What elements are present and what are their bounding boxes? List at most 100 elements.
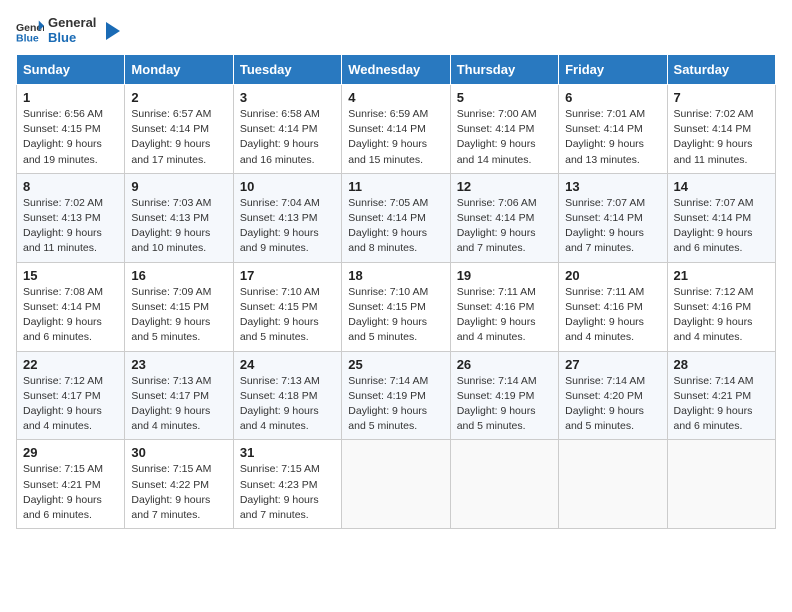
day-number: 6	[565, 90, 660, 105]
day-info: Sunrise: 6:57 AMSunset: 4:14 PMDaylight:…	[131, 107, 226, 168]
day-info: Sunrise: 7:14 AMSunset: 4:20 PMDaylight:…	[565, 374, 660, 435]
day-number: 28	[674, 357, 769, 372]
day-number: 2	[131, 90, 226, 105]
calendar-cell: 8 Sunrise: 7:02 AMSunset: 4:13 PMDaylight…	[17, 173, 125, 262]
day-info: Sunrise: 7:14 AMSunset: 4:19 PMDaylight:…	[348, 374, 443, 435]
calendar-cell: 5 Sunrise: 7:00 AMSunset: 4:14 PMDaylight…	[450, 84, 558, 173]
calendar-cell: 10 Sunrise: 7:04 AMSunset: 4:13 PMDayligh…	[233, 173, 341, 262]
day-info: Sunrise: 7:02 AMSunset: 4:14 PMDaylight:…	[674, 107, 769, 168]
calendar-cell: 27 Sunrise: 7:14 AMSunset: 4:20 PMDayligh…	[559, 351, 667, 440]
calendar-cell: 29 Sunrise: 7:15 AMSunset: 4:21 PMDayligh…	[17, 440, 125, 529]
day-info: Sunrise: 7:11 AMSunset: 4:16 PMDaylight:…	[457, 285, 552, 346]
day-number: 3	[240, 90, 335, 105]
weekday-header-wednesday: Wednesday	[342, 54, 450, 84]
logo-general: General	[48, 16, 96, 31]
day-number: 9	[131, 179, 226, 194]
day-number: 27	[565, 357, 660, 372]
day-info: Sunrise: 7:03 AMSunset: 4:13 PMDaylight:…	[131, 196, 226, 257]
day-number: 18	[348, 268, 443, 283]
calendar-week-row: 1 Sunrise: 6:56 AMSunset: 4:15 PMDaylight…	[17, 84, 776, 173]
weekday-header-tuesday: Tuesday	[233, 54, 341, 84]
calendar-cell: 26Sunrise: 7:14 AMSunset: 4:19 PMDayligh…	[450, 351, 558, 440]
day-number: 12	[457, 179, 552, 194]
weekday-header-sunday: Sunday	[17, 54, 125, 84]
calendar-cell	[450, 440, 558, 529]
calendar-cell: 3 Sunrise: 6:58 AMSunset: 4:14 PMDaylight…	[233, 84, 341, 173]
calendar-cell: 25 Sunrise: 7:14 AMSunset: 4:19 PMDayligh…	[342, 351, 450, 440]
weekday-header-monday: Monday	[125, 54, 233, 84]
calendar-cell: 4 Sunrise: 6:59 AMSunset: 4:14 PMDaylight…	[342, 84, 450, 173]
logo-blue: Blue	[48, 31, 96, 46]
day-info: Sunrise: 7:10 AMSunset: 4:15 PMDaylight:…	[348, 285, 443, 346]
day-info: Sunrise: 7:11 AMSunset: 4:16 PMDaylight:…	[565, 285, 660, 346]
day-number: 24	[240, 357, 335, 372]
calendar-cell: 23Sunrise: 7:13 AMSunset: 4:17 PMDayligh…	[125, 351, 233, 440]
weekday-header-saturday: Saturday	[667, 54, 775, 84]
day-info: Sunrise: 7:14 AMSunset: 4:19 PMDaylight:…	[457, 374, 552, 435]
day-info: Sunrise: 7:05 AMSunset: 4:14 PMDaylight:…	[348, 196, 443, 257]
day-number: 29	[23, 445, 118, 460]
day-number: 20	[565, 268, 660, 283]
day-info: Sunrise: 7:06 AMSunset: 4:14 PMDaylight:…	[457, 196, 552, 257]
calendar-cell: 19 Sunrise: 7:11 AMSunset: 4:16 PMDayligh…	[450, 262, 558, 351]
day-number: 25	[348, 357, 443, 372]
day-number: 11	[348, 179, 443, 194]
day-info: Sunrise: 7:04 AMSunset: 4:13 PMDaylight:…	[240, 196, 335, 257]
day-info: Sunrise: 7:10 AMSunset: 4:15 PMDaylight:…	[240, 285, 335, 346]
svg-text:Blue: Blue	[16, 32, 39, 44]
calendar-cell: 2 Sunrise: 6:57 AMSunset: 4:14 PMDaylight…	[125, 84, 233, 173]
day-number: 30	[131, 445, 226, 460]
day-number: 8	[23, 179, 118, 194]
calendar-cell: 12 Sunrise: 7:06 AMSunset: 4:14 PMDayligh…	[450, 173, 558, 262]
calendar-cell: 7 Sunrise: 7:02 AMSunset: 4:14 PMDaylight…	[667, 84, 775, 173]
calendar-cell: 30Sunrise: 7:15 AMSunset: 4:22 PMDayligh…	[125, 440, 233, 529]
calendar-cell	[342, 440, 450, 529]
day-number: 4	[348, 90, 443, 105]
day-info: Sunrise: 6:56 AMSunset: 4:15 PMDaylight:…	[23, 107, 118, 168]
day-info: Sunrise: 7:13 AMSunset: 4:18 PMDaylight:…	[240, 374, 335, 435]
day-number: 19	[457, 268, 552, 283]
logo-arrow-icon	[100, 20, 122, 42]
calendar-table: SundayMondayTuesdayWednesdayThursdayFrid…	[16, 54, 776, 529]
weekday-header-friday: Friday	[559, 54, 667, 84]
day-info: Sunrise: 7:08 AMSunset: 4:14 PMDaylight:…	[23, 285, 118, 346]
calendar-cell: 28Sunrise: 7:14 AMSunset: 4:21 PMDayligh…	[667, 351, 775, 440]
calendar-cell: 16 Sunrise: 7:09 AMSunset: 4:15 PMDayligh…	[125, 262, 233, 351]
day-info: Sunrise: 7:12 AMSunset: 4:17 PMDaylight:…	[23, 374, 118, 435]
day-info: Sunrise: 7:09 AMSunset: 4:15 PMDaylight:…	[131, 285, 226, 346]
day-number: 1	[23, 90, 118, 105]
calendar-cell	[559, 440, 667, 529]
day-number: 15	[23, 268, 118, 283]
day-number: 22	[23, 357, 118, 372]
calendar-week-row: 29 Sunrise: 7:15 AMSunset: 4:21 PMDayligh…	[17, 440, 776, 529]
day-info: Sunrise: 6:58 AMSunset: 4:14 PMDaylight:…	[240, 107, 335, 168]
calendar-cell: 14Sunrise: 7:07 AMSunset: 4:14 PMDayligh…	[667, 173, 775, 262]
day-info: Sunrise: 7:15 AMSunset: 4:23 PMDaylight:…	[240, 462, 335, 523]
calendar-cell: 31 Sunrise: 7:15 AMSunset: 4:23 PMDayligh…	[233, 440, 341, 529]
day-number: 13	[565, 179, 660, 194]
day-number: 10	[240, 179, 335, 194]
day-info: Sunrise: 7:15 AMSunset: 4:21 PMDaylight:…	[23, 462, 118, 523]
calendar-cell: 24 Sunrise: 7:13 AMSunset: 4:18 PMDayligh…	[233, 351, 341, 440]
day-info: Sunrise: 6:59 AMSunset: 4:14 PMDaylight:…	[348, 107, 443, 168]
calendar-cell: 9 Sunrise: 7:03 AMSunset: 4:13 PMDaylight…	[125, 173, 233, 262]
calendar-cell: 13 Sunrise: 7:07 AMSunset: 4:14 PMDayligh…	[559, 173, 667, 262]
day-number: 17	[240, 268, 335, 283]
day-number: 31	[240, 445, 335, 460]
page-header: General Blue General Blue	[16, 16, 776, 46]
day-info: Sunrise: 7:01 AMSunset: 4:14 PMDaylight:…	[565, 107, 660, 168]
calendar-week-row: 22 Sunrise: 7:12 AMSunset: 4:17 PMDayligh…	[17, 351, 776, 440]
weekday-header-thursday: Thursday	[450, 54, 558, 84]
day-number: 21	[674, 268, 769, 283]
day-number: 14	[674, 179, 769, 194]
day-number: 7	[674, 90, 769, 105]
day-number: 5	[457, 90, 552, 105]
day-info: Sunrise: 7:02 AMSunset: 4:13 PMDaylight:…	[23, 196, 118, 257]
day-number: 16	[131, 268, 226, 283]
day-info: Sunrise: 7:00 AMSunset: 4:14 PMDaylight:…	[457, 107, 552, 168]
day-info: Sunrise: 7:07 AMSunset: 4:14 PMDaylight:…	[565, 196, 660, 257]
day-number: 23	[131, 357, 226, 372]
calendar-cell	[667, 440, 775, 529]
calendar-cell: 6 Sunrise: 7:01 AMSunset: 4:14 PMDaylight…	[559, 84, 667, 173]
calendar-cell: 18 Sunrise: 7:10 AMSunset: 4:15 PMDayligh…	[342, 262, 450, 351]
